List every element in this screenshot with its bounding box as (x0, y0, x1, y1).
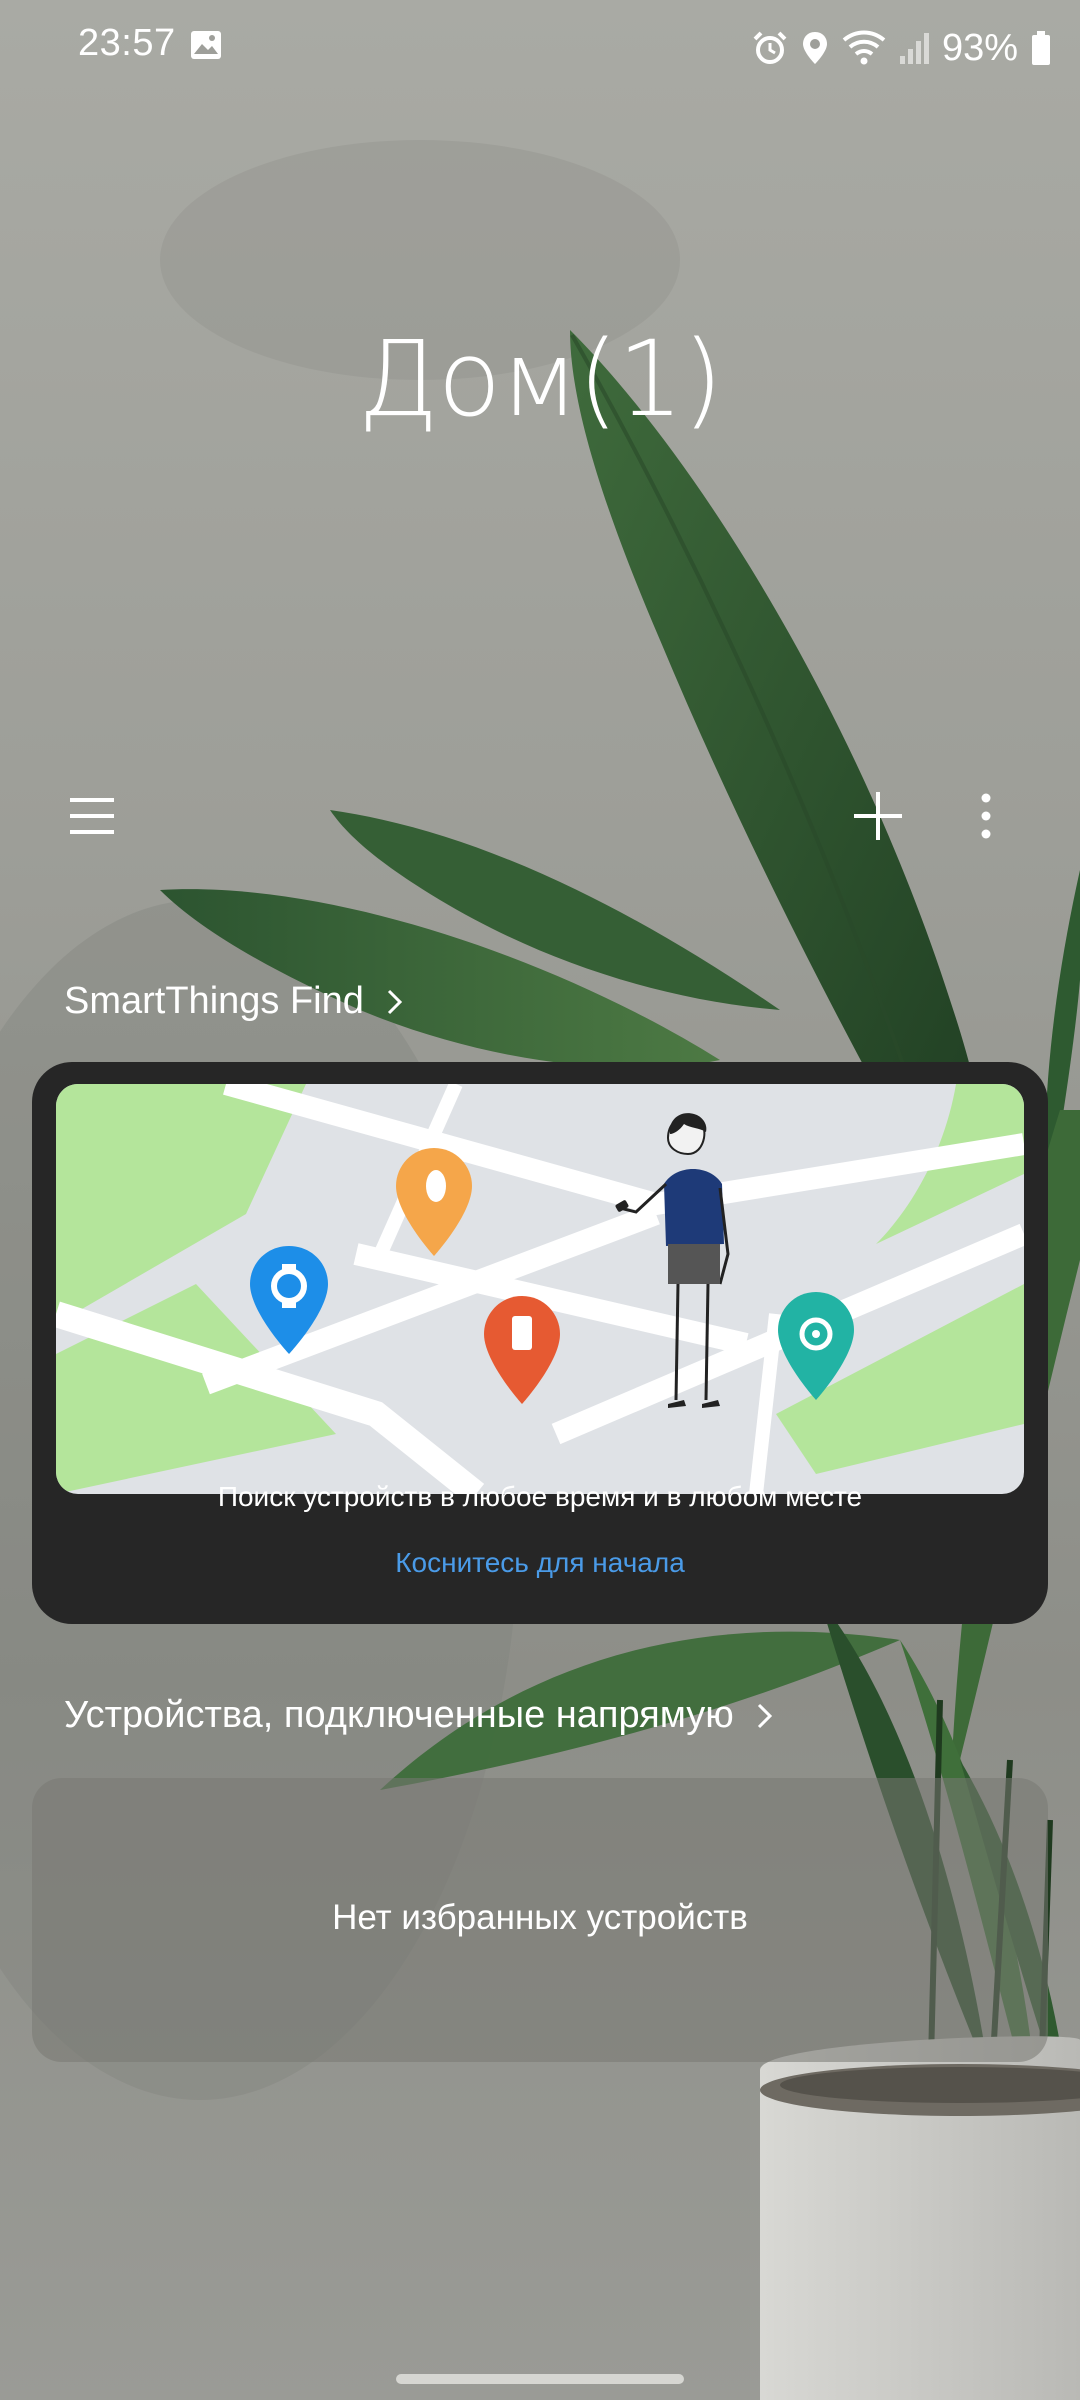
home-indicator[interactable] (396, 2374, 684, 2384)
screen: 23:57 93% Дом(1) SmartThings Find Поиск … (0, 0, 1080, 2400)
section-title: SmartThings Find (64, 980, 364, 1022)
find-start-link[interactable]: Коснитесь для начала (32, 1547, 1048, 1579)
plus-icon (854, 792, 902, 840)
direct-devices-header[interactable]: Устройства, подключенные напрямую (64, 1694, 774, 1737)
alarm-icon (753, 31, 787, 64)
more-vertical-icon (981, 793, 991, 839)
empty-state-text: Нет избранных устройств (332, 1898, 748, 1937)
find-illustration (56, 1084, 1024, 1494)
menu-button[interactable] (64, 786, 124, 846)
status-time: 23:57 (78, 22, 176, 64)
hamburger-icon (70, 798, 114, 834)
location-icon (802, 32, 827, 64)
status-icons: 93% (740, 22, 1052, 74)
more-options-button[interactable] (966, 786, 1006, 846)
smartthings-find-header[interactable]: SmartThings Find (64, 980, 404, 1023)
add-button[interactable] (848, 786, 908, 846)
favorite-devices-card: Нет избранных устройств (32, 1778, 1048, 2062)
status-bar: 23:57 93% (0, 0, 1080, 96)
smartthings-find-card[interactable]: Поиск устройств в любое время и в любом … (32, 1062, 1048, 1624)
chevron-right-icon (757, 1703, 772, 1728)
battery-percent: 93% (941, 26, 1018, 69)
chevron-right-icon (387, 989, 403, 1014)
signal-icon (899, 33, 929, 64)
gallery-icon (191, 31, 221, 59)
find-description: Поиск устройств в любое время и в любом … (217, 1481, 863, 1512)
wifi-icon (842, 30, 886, 65)
page-title: Дом(1) (357, 318, 723, 440)
battery-icon (1032, 31, 1050, 65)
section-title: Устройства, подключенные напрямую (64, 1694, 734, 1736)
